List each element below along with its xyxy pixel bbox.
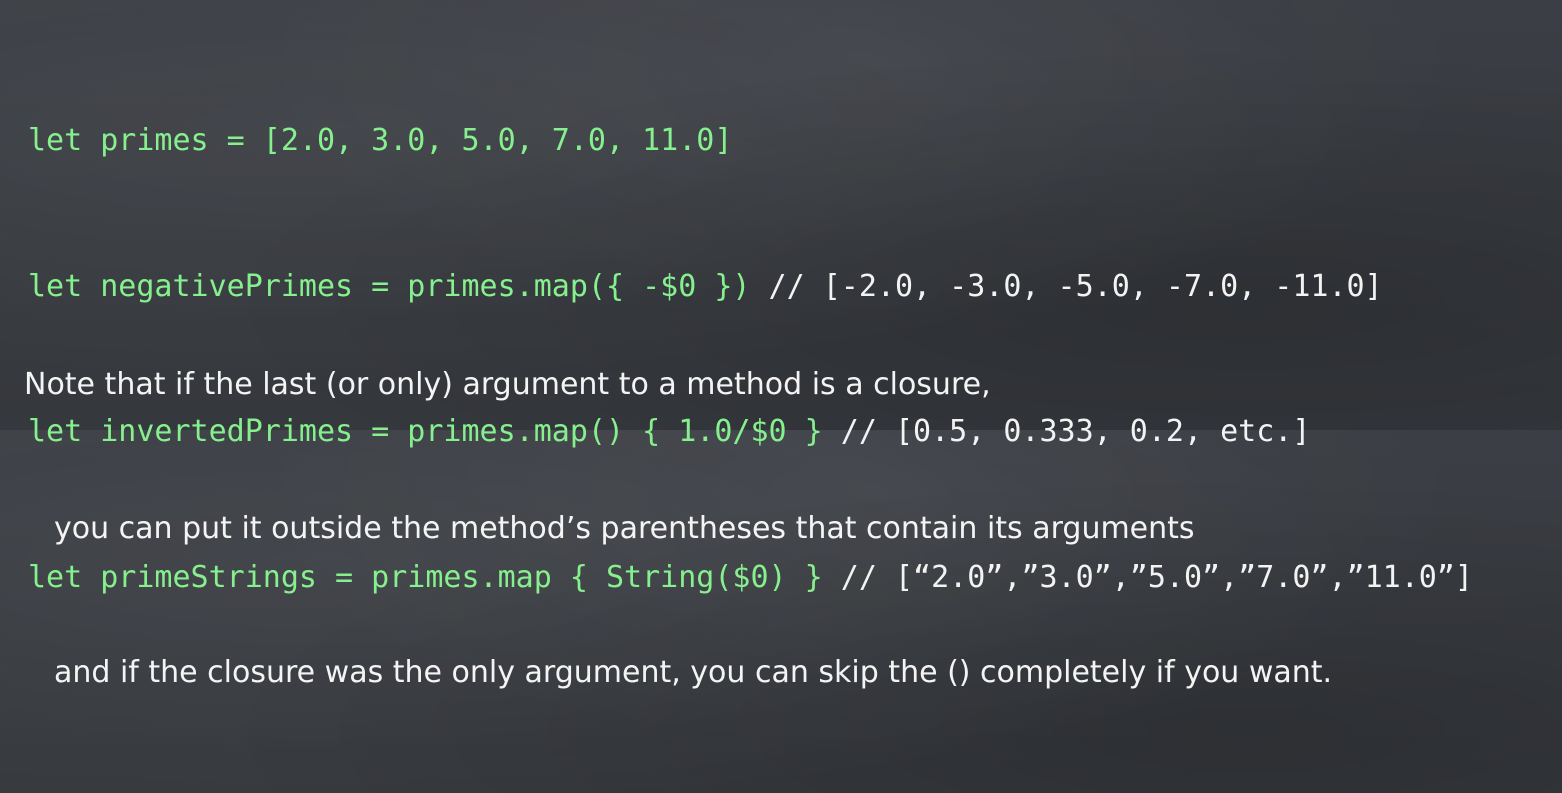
note-line-outside-parentheses: you can put it outside the method’s pare… [54,511,1195,546]
code-line-primes: let primes = [2.0, 3.0, 5.0, 7.0, 11.0] [28,117,1473,166]
note-line-intro: Note that if the last (or only) argument… [24,367,991,402]
note-line-skip-parentheses: and if the closure was the only argument… [54,655,1333,690]
slide: let primes = [2.0, 3.0, 5.0, 7.0, 11.0] … [0,0,1562,690]
code-text: let primes = [2.0, 3.0, 5.0, 7.0, 11.0] [28,123,733,158]
note-block: Note that if the last (or only) argument… [24,265,1332,793]
